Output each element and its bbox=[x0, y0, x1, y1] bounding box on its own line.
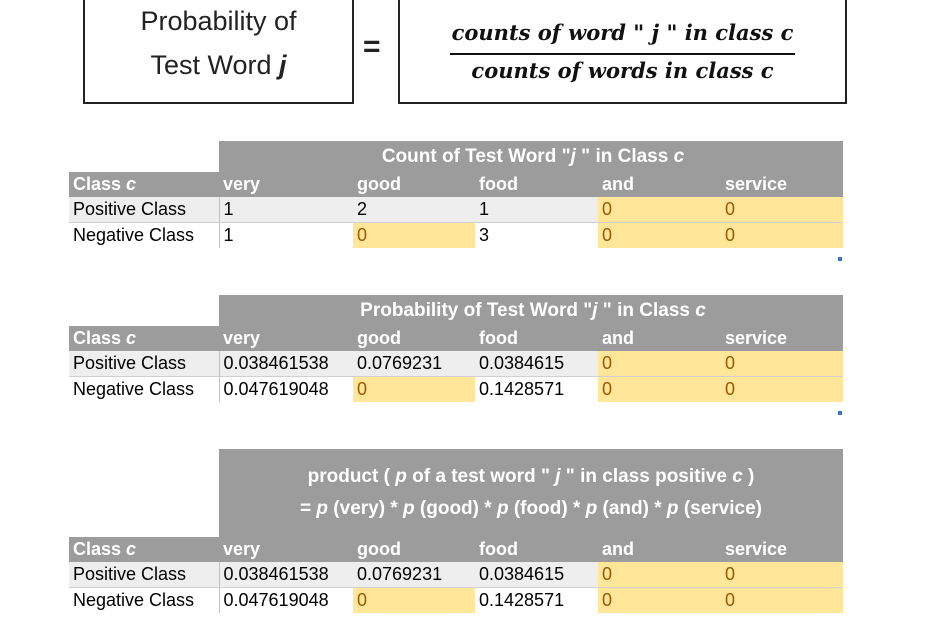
column-header: and bbox=[598, 172, 721, 197]
table-cell[interactable]: 0 bbox=[721, 376, 843, 402]
probability-table-row-positive: Positive Class 0.038461538 0.0769231 0.0384… bbox=[69, 351, 843, 377]
product-table-row-positive: Positive Class 0.038461538 0.0769231 0.0384… bbox=[69, 562, 843, 588]
fill-handle[interactable] bbox=[838, 257, 842, 261]
blank-cell bbox=[69, 449, 219, 537]
column-header: service bbox=[721, 172, 843, 197]
count-table-title: Count of Test Word "j " in Class c bbox=[219, 141, 843, 172]
blank-cell bbox=[69, 141, 219, 172]
product-table: product ( p of a test word " j " in clas… bbox=[69, 449, 843, 613]
column-header: good bbox=[353, 172, 475, 197]
column-header: Class c bbox=[69, 326, 219, 351]
row-label: Positive Class bbox=[69, 351, 220, 377]
fill-handle[interactable] bbox=[838, 411, 842, 415]
table-cell[interactable]: 0 bbox=[598, 222, 721, 248]
table-cell[interactable]: 0.1428571 bbox=[475, 376, 598, 402]
column-header: service bbox=[721, 326, 843, 351]
column-header: good bbox=[353, 537, 475, 562]
probability-table-header: Class c very good food and service bbox=[69, 326, 843, 351]
product-table-row-negative: Negative Class 0.047619048 0 0.1428571 0 0 bbox=[69, 587, 843, 613]
table-cell[interactable]: 1 bbox=[219, 197, 353, 223]
table-cell[interactable]: 0 bbox=[721, 351, 843, 377]
table-cell[interactable]: 0.0769231 bbox=[353, 562, 475, 588]
table-cell[interactable]: 0.0384615 bbox=[475, 351, 598, 377]
table-cell[interactable]: 0.038461538 bbox=[219, 562, 353, 588]
row-label: Negative Class bbox=[69, 587, 220, 613]
table-cell[interactable]: 0 bbox=[721, 562, 843, 588]
probability-table: Probability of Test Word "j " in Class c… bbox=[69, 295, 843, 402]
column-header: Class c bbox=[69, 172, 219, 197]
table-cell[interactable]: 0 bbox=[721, 587, 843, 613]
column-header: very bbox=[219, 326, 353, 351]
table-cell[interactable]: 0 bbox=[353, 222, 475, 248]
column-header: very bbox=[219, 172, 353, 197]
count-table-row-negative: Negative Class 1 0 3 0 0 bbox=[69, 222, 843, 248]
table-cell[interactable]: 0.1428571 bbox=[475, 587, 598, 613]
count-table-row-positive: Positive Class 1 2 1 0 0 bbox=[69, 197, 843, 223]
formula-left-line1: Probability of bbox=[140, 6, 297, 36]
count-table: Count of Test Word "j " in Class c Class… bbox=[69, 141, 843, 248]
table-cell[interactable]: 0.038461538 bbox=[219, 351, 353, 377]
row-label: Negative Class bbox=[69, 222, 220, 248]
table-cell[interactable]: 0 bbox=[353, 587, 475, 613]
table-cell[interactable]: 0 bbox=[721, 197, 843, 223]
column-header: and bbox=[598, 537, 721, 562]
column-header: food bbox=[475, 172, 598, 197]
count-table-header: Class c very good food and service bbox=[69, 172, 843, 197]
table-cell[interactable]: 0.0384615 bbox=[475, 562, 598, 588]
table-cell[interactable]: 1 bbox=[219, 222, 353, 248]
table-cell[interactable]: 1 bbox=[475, 197, 598, 223]
table-cell[interactable]: 3 bbox=[475, 222, 598, 248]
table-cell[interactable]: 0.047619048 bbox=[219, 376, 353, 402]
formula-left-box: Probability of Test Word j bbox=[83, 0, 354, 104]
table-cell[interactable]: 0 bbox=[598, 376, 721, 402]
row-label: Positive Class bbox=[69, 562, 220, 588]
blank-cell bbox=[69, 295, 219, 326]
column-header: and bbox=[598, 326, 721, 351]
row-label: Negative Class bbox=[69, 376, 220, 402]
probability-table-title: Probability of Test Word "j " in Class c bbox=[219, 295, 843, 326]
column-header: service bbox=[721, 537, 843, 562]
table-cell[interactable]: 0 bbox=[598, 197, 721, 223]
column-header: Class c bbox=[69, 537, 219, 562]
column-header: very bbox=[219, 537, 353, 562]
column-header: good bbox=[353, 326, 475, 351]
table-cell[interactable]: 0 bbox=[598, 351, 721, 377]
product-table-title: product ( p of a test word " j " in clas… bbox=[219, 449, 843, 537]
table-cell[interactable]: 0 bbox=[598, 587, 721, 613]
formula-numerator: counts of word " j " in class c bbox=[451, 20, 794, 45]
probability-table-row-negative: Negative Class 0.047619048 0 0.1428571 0 0 bbox=[69, 376, 843, 402]
column-header: food bbox=[475, 537, 598, 562]
table-cell[interactable]: 0.0769231 bbox=[353, 351, 475, 377]
table-cell[interactable]: 0 bbox=[598, 562, 721, 588]
column-header: food bbox=[475, 326, 598, 351]
product-title-line1: product ( p of a test word " j " in clas… bbox=[307, 466, 755, 487]
table-cell[interactable]: 0.047619048 bbox=[219, 587, 353, 613]
formula-denominator: counts of words in class c bbox=[471, 58, 774, 83]
fraction-line bbox=[450, 53, 795, 55]
formula-right-box: counts of word " j " in class c counts o… bbox=[398, 0, 847, 104]
product-title-line2: = p (very) * p (good) * p (food) * p (an… bbox=[300, 498, 762, 519]
product-table-header: Class c very good food and service bbox=[69, 537, 843, 562]
table-cell[interactable]: 0 bbox=[353, 376, 475, 402]
equals-sign: = bbox=[363, 30, 381, 63]
formula-left-text: Test Word bbox=[150, 50, 272, 80]
row-label: Positive Class bbox=[69, 197, 220, 223]
formula-left-var: j bbox=[279, 50, 287, 80]
table-cell[interactable]: 0 bbox=[721, 222, 843, 248]
formula-left-line2: Test Word j bbox=[85, 50, 352, 81]
table-cell[interactable]: 2 bbox=[353, 197, 475, 223]
